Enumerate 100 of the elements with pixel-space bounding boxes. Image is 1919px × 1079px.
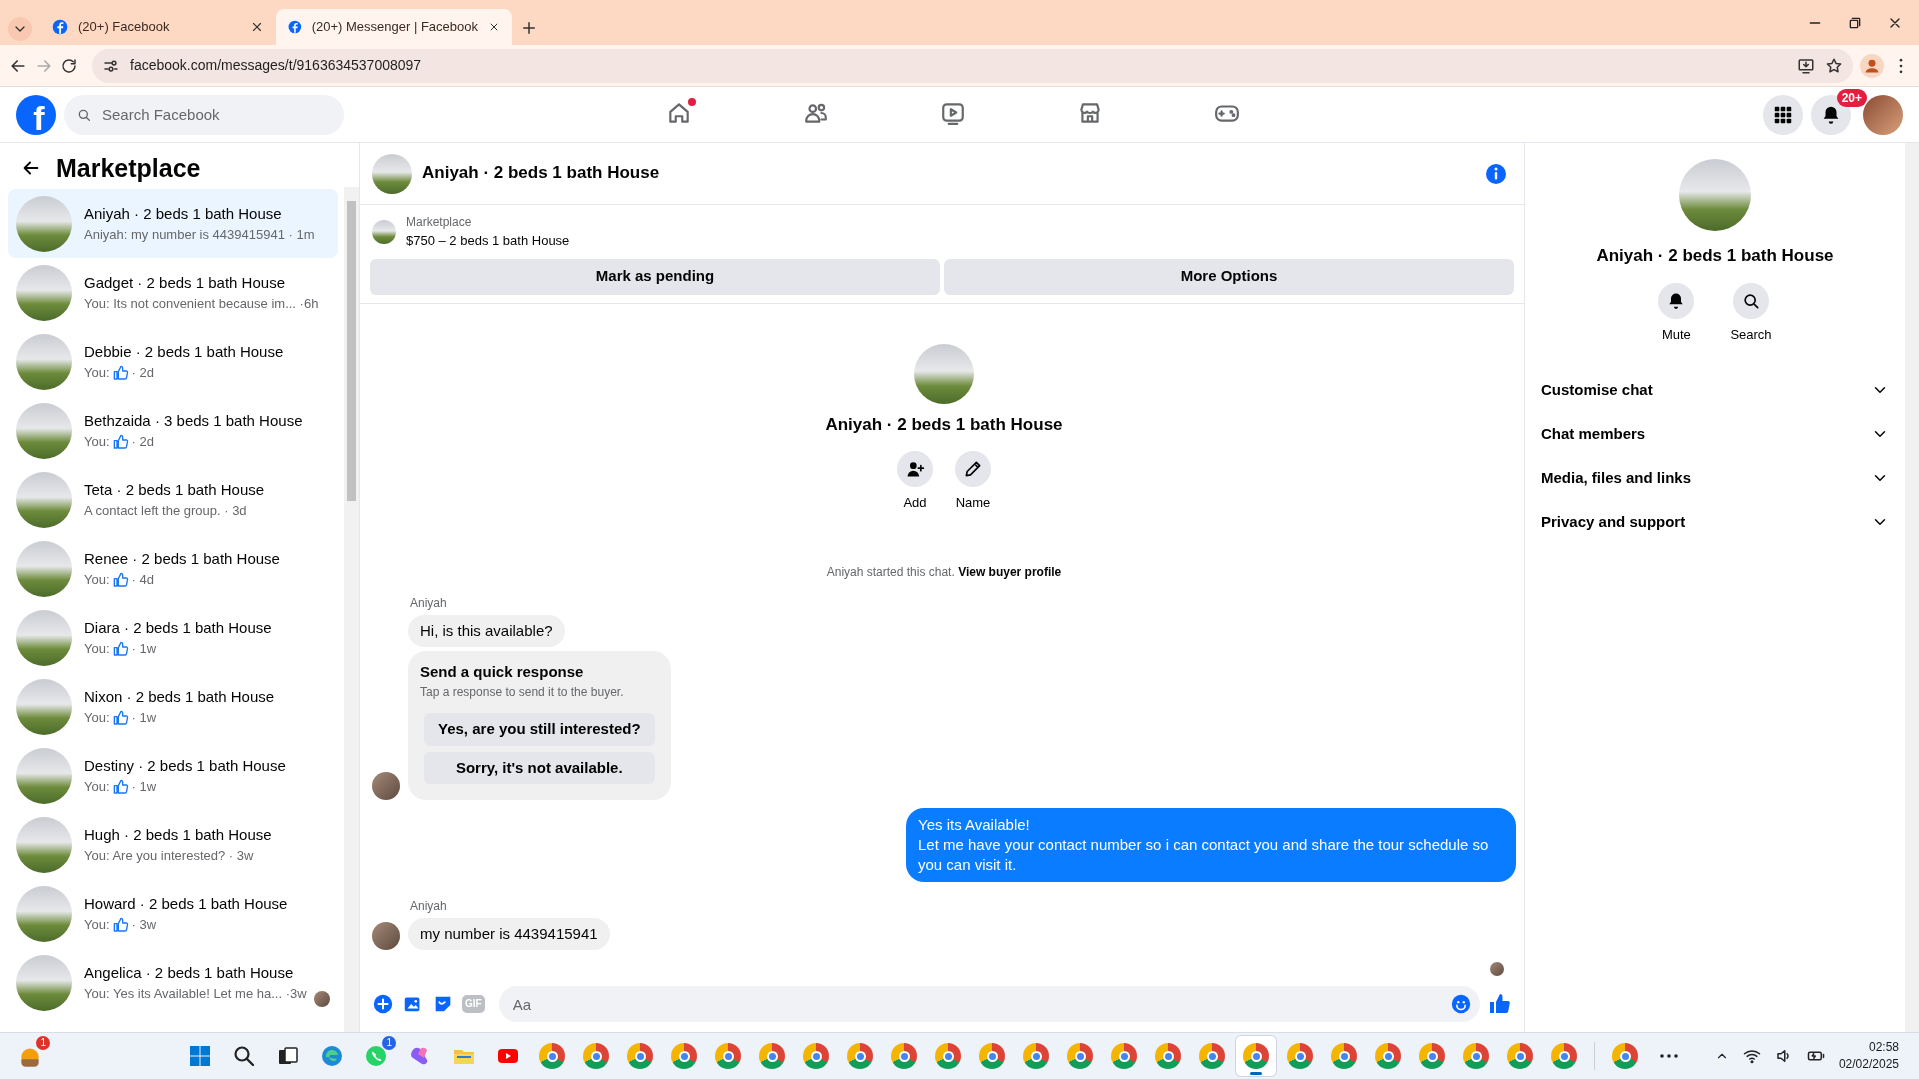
message-preview: You: bbox=[84, 916, 110, 934]
reload-icon[interactable] bbox=[60, 56, 78, 75]
app-icon bbox=[671, 1043, 697, 1069]
conversation-name: Aniyah · 2 beds 1 bath House bbox=[1595, 245, 1835, 267]
message-preview: Aniyah: my number is 4439415941 · 1m bbox=[84, 226, 315, 244]
buyer-profile-link[interactable]: View buyer profile bbox=[958, 564, 1062, 579]
details-section[interactable]: Media, files and links bbox=[1533, 456, 1897, 500]
conversation-title: Hugh · 2 beds 1 bath House bbox=[84, 824, 272, 845]
profile-avatar[interactable] bbox=[1863, 94, 1903, 135]
scrollbar[interactable] bbox=[344, 187, 359, 1032]
tab-list-button[interactable] bbox=[8, 17, 32, 41]
conversation-title: Angelica · 2 beds 1 bath House bbox=[84, 962, 295, 983]
browser-tab[interactable]: (20+) Messenger | Facebook bbox=[276, 9, 512, 45]
profile-icon[interactable] bbox=[1859, 52, 1885, 79]
tab-title: (20+) Facebook bbox=[78, 18, 171, 37]
message-time: · 1w bbox=[131, 778, 157, 796]
info-icon[interactable] bbox=[1484, 161, 1508, 186]
install-icon[interactable] bbox=[1797, 56, 1815, 75]
conversation-item[interactable]: Diara · 2 beds 1 bath House You: · 1w bbox=[8, 603, 338, 672]
app-icon bbox=[1331, 1043, 1357, 1069]
wifi-icon[interactable] bbox=[1742, 1047, 1761, 1065]
listing-button[interactable]: Mark as pending bbox=[370, 258, 940, 295]
message-time: · 3w bbox=[131, 916, 157, 934]
message-preview: You: Are you interested? · 3w bbox=[84, 847, 255, 865]
conversation-item[interactable]: Destiny · 2 beds 1 bath House You: · 1w bbox=[8, 741, 338, 810]
conversation-item[interactable]: Bethzaida · 3 beds 1 bath House You: · 2d bbox=[8, 396, 338, 465]
app-icon bbox=[583, 1043, 609, 1069]
conversation-item[interactable]: Renee · 2 beds 1 bath House You: · 4d bbox=[8, 534, 338, 603]
app-icon bbox=[1507, 1043, 1533, 1069]
search-field[interactable]: Search Facebook bbox=[100, 94, 332, 135]
details-section[interactable]: Privacy and support bbox=[1533, 500, 1897, 544]
app-icon bbox=[1287, 1043, 1313, 1069]
notification-count: 20+ bbox=[1836, 88, 1867, 107]
logo[interactable]: f bbox=[16, 94, 56, 135]
taskbar-button[interactable]: 1 bbox=[356, 1036, 396, 1076]
message-preview: You: bbox=[84, 778, 110, 796]
app-icon bbox=[1375, 1043, 1401, 1069]
emoji-icon[interactable] bbox=[1450, 993, 1472, 1015]
message-preview: You: bbox=[84, 571, 110, 589]
site-icon bbox=[288, 19, 302, 35]
app-icon bbox=[891, 1043, 917, 1069]
quick-reply-button[interactable]: Sorry, it's not available. bbox=[424, 751, 655, 784]
details-section[interactable]: Customise chat bbox=[1533, 368, 1897, 412]
app-icon bbox=[715, 1043, 741, 1069]
search-icon bbox=[232, 1044, 256, 1068]
app-icon bbox=[1067, 1043, 1093, 1069]
conversation-item[interactable]: Nixon · 2 beds 1 bath House You: · 1w bbox=[8, 672, 338, 741]
thumbs-up-icon bbox=[112, 571, 129, 588]
widgets-button[interactable]: 1 bbox=[10, 1036, 50, 1076]
listing-button[interactable]: More Options bbox=[944, 258, 1514, 295]
app-icon bbox=[539, 1043, 565, 1069]
conversation-item[interactable]: Teta · 2 beds 1 bath House A contact left the group. · 3d bbox=[8, 465, 338, 534]
add-icon[interactable] bbox=[372, 993, 394, 1015]
thumbs-up-icon[interactable] bbox=[1488, 992, 1512, 1016]
quick-response-hint: Tap a response to send it to the buyer. bbox=[420, 684, 625, 701]
conversation-title: Renee · 2 beds 1 bath House bbox=[84, 548, 280, 569]
conversation-title: Nixon · 2 beds 1 bath House bbox=[84, 686, 275, 707]
chat-notice: Aniyah started this chat. View buyer profile bbox=[825, 563, 1063, 581]
close-icon[interactable] bbox=[250, 20, 264, 34]
conversation-item[interactable]: Debbie · 2 beds 1 bath House You: · 2d bbox=[8, 327, 338, 396]
tab-title: (20+) Messenger | Facebook bbox=[311, 18, 478, 37]
conversation-item[interactable]: Aniyah · 2 beds 1 bath House Aniyah: my number is 4439415941 · 1m bbox=[8, 189, 338, 258]
clock-date[interactable]: 02/02/2025 bbox=[1838, 1056, 1899, 1073]
message-preview: You: bbox=[84, 433, 110, 451]
conversation-title: Howard · 2 beds 1 bath House bbox=[84, 893, 288, 914]
conversation-item[interactable]: Angelica · 2 beds 1 bath House You: Yes its Available! Let me ha... ·3w bbox=[8, 948, 338, 1017]
quick-reply-button[interactable]: Yes, are you still interested? bbox=[424, 713, 655, 746]
thumbs-up-icon bbox=[112, 709, 129, 726]
browser-tab[interactable]: (20+) Facebook bbox=[40, 9, 276, 45]
app-icon bbox=[759, 1043, 785, 1069]
message-preview: You: Yes its Available! Let me ha... ·3w bbox=[84, 985, 307, 1003]
conversation-item[interactable]: Gadget · 2 beds 1 bath House You: Its not convenient because im... ·6h bbox=[8, 258, 338, 327]
more-icon bbox=[1660, 1054, 1678, 1058]
start-icon bbox=[188, 1044, 212, 1068]
listing-price: $750 – 2 beds 1 bath House bbox=[406, 232, 570, 250]
scrollbar[interactable] bbox=[1905, 143, 1919, 1032]
menu-button[interactable] bbox=[1763, 94, 1803, 135]
conversation-title: Destiny · 2 beds 1 bath House bbox=[84, 755, 286, 776]
notification-count: 1 bbox=[36, 1036, 50, 1050]
conversation-title: Gadget · 2 beds 1 bath House bbox=[84, 272, 286, 293]
thumbs-up-icon bbox=[112, 640, 129, 657]
app-icon bbox=[847, 1043, 873, 1069]
message-preview: You: bbox=[84, 709, 110, 727]
conversation-item[interactable]: Hugh · 2 beds 1 bath House You: Are you interested? · 3w bbox=[8, 810, 338, 879]
conversation-title: Diara · 2 beds 1 bath House bbox=[84, 617, 272, 638]
photo-placeholder bbox=[372, 153, 412, 194]
details-section[interactable]: Chat members bbox=[1533, 412, 1897, 456]
search-box[interactable]: Search Facebook bbox=[64, 94, 344, 135]
clock-time[interactable]: 02:58 bbox=[1868, 1039, 1899, 1056]
conversation-item[interactable]: Howard · 2 beds 1 bath House You: · 3w bbox=[8, 879, 338, 948]
app-icon bbox=[935, 1043, 961, 1069]
message-time: · 1w bbox=[131, 709, 157, 727]
conversation-title: Debbie · 2 beds 1 bath House bbox=[84, 341, 284, 362]
star-icon[interactable] bbox=[1825, 56, 1843, 75]
app-icon bbox=[627, 1043, 653, 1069]
thumbs-up-icon bbox=[112, 364, 129, 381]
app-icon bbox=[1419, 1043, 1445, 1069]
app-icon bbox=[1155, 1043, 1181, 1069]
address-bar[interactable]: facebook.com/messages/t/9163634537008097 bbox=[92, 48, 1853, 83]
message-preview: A contact left the group. · 3d bbox=[84, 502, 248, 520]
